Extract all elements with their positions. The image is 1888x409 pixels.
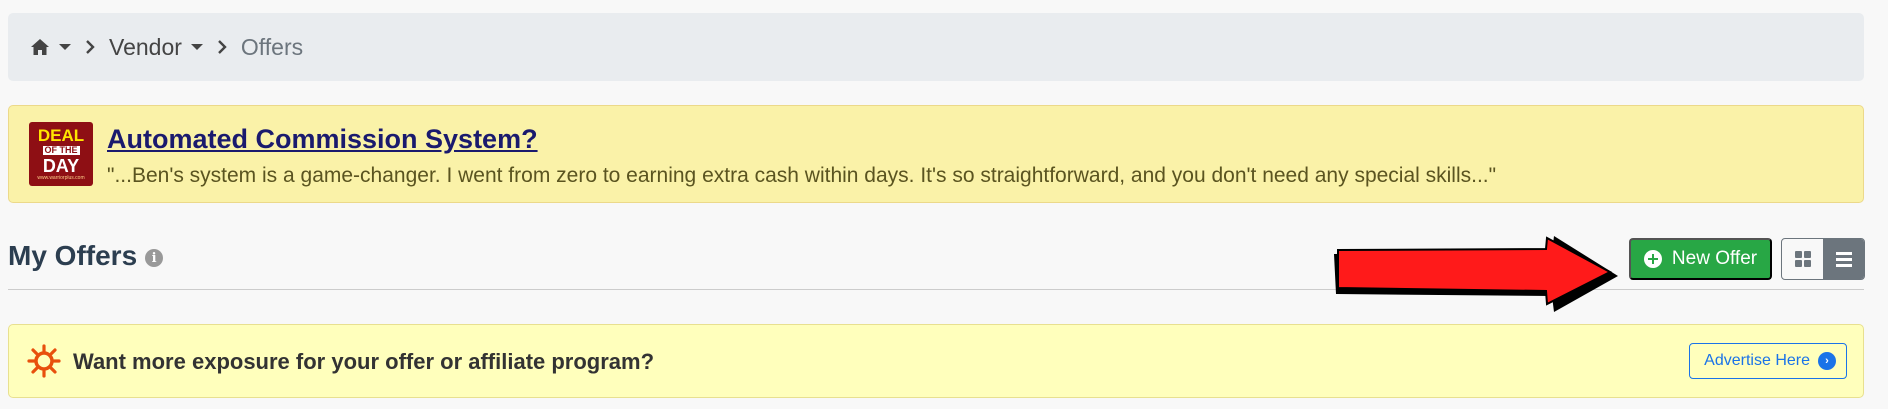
- advertise-here-button[interactable]: Advertise Here ›: [1689, 343, 1847, 379]
- logo-text-ofthe: OF THE: [42, 145, 80, 155]
- advertise-here-label: Advertise Here: [1704, 352, 1810, 369]
- new-offer-button[interactable]: New Offer: [1629, 238, 1772, 280]
- list-icon: [1835, 251, 1852, 267]
- breadcrumb-home[interactable]: [30, 38, 71, 56]
- page-title-text: My Offers: [8, 240, 138, 271]
- grid-view-button[interactable]: [1782, 239, 1823, 279]
- info-icon[interactable]: i: [145, 249, 164, 267]
- logo-text-deal: DEAL: [37, 126, 85, 145]
- list-view-button[interactable]: [1823, 239, 1864, 279]
- plus-circle-icon: [1643, 250, 1662, 268]
- chevron-down-icon: [190, 44, 203, 50]
- chevron-right-icon: [217, 40, 227, 54]
- deal-of-the-day-logo[interactable]: DEAL OF THE DAY www.warriorplus.com: [29, 122, 93, 186]
- sun-icon: [27, 344, 61, 378]
- breadcrumb-current: Offers: [240, 33, 304, 60]
- home-icon: [31, 39, 49, 55]
- promo-text: Want more exposure for your offer or aff…: [73, 349, 655, 374]
- deal-quote: "...Ben's system is a game-changer. I we…: [107, 164, 1497, 187]
- breadcrumb-vendor[interactable]: Vendor: [109, 34, 203, 61]
- red-arrow-annotation: [1334, 236, 1618, 312]
- deal-title-link[interactable]: Automated Commission System?: [107, 124, 538, 155]
- breadcrumb-vendor-label: Vendor: [109, 33, 182, 60]
- view-toggle: [1781, 238, 1865, 280]
- chevron-down-icon: [59, 44, 71, 50]
- chevron-right-icon: [85, 40, 95, 54]
- deal-of-the-day-banner: DEAL OF THE DAY www.warriorplus.com Auto…: [8, 105, 1864, 203]
- advertise-promo-banner: Want more exposure for your offer or aff…: [8, 324, 1864, 398]
- new-offer-label: New Offer: [1671, 248, 1758, 269]
- breadcrumb: Vendor Offers: [8, 13, 1864, 81]
- chevron-circle-right-icon: ›: [1818, 352, 1836, 370]
- logo-text-url: www.warriorplus.com: [37, 175, 85, 181]
- grid-icon: [1794, 251, 1811, 267]
- logo-text-day: DAY: [42, 156, 80, 176]
- page-title: My Offers i: [8, 240, 164, 272]
